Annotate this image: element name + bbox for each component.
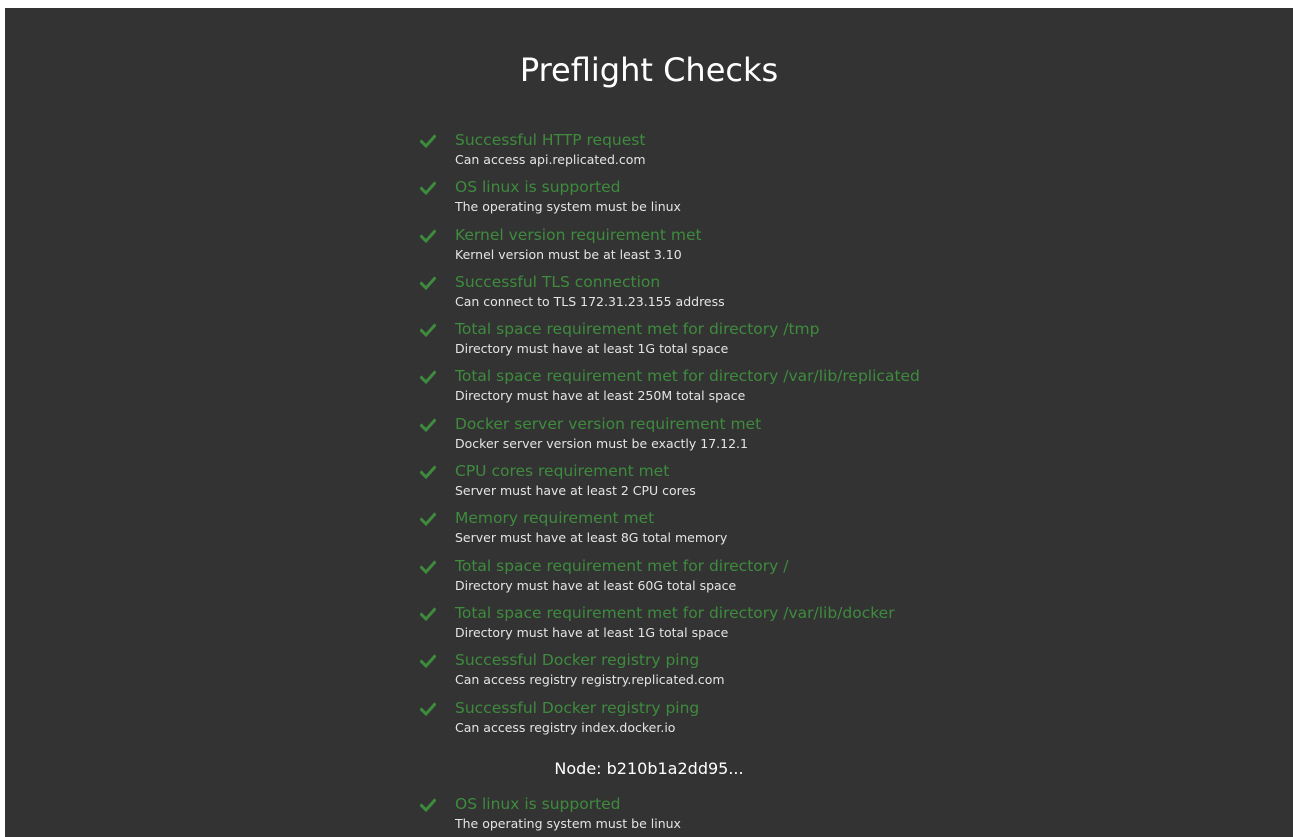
- check-description: Directory must have at least 1G total sp…: [455, 624, 729, 640]
- check-icon: [420, 181, 436, 196]
- check-title: Successful Docker registry ping: [455, 651, 700, 670]
- check-icon: [420, 276, 436, 291]
- check-icon: [420, 607, 436, 622]
- check-icon: [420, 228, 436, 243]
- check-item: Kernel version requirement met Kernel ve…: [415, 224, 1115, 271]
- check-title: Memory requirement met: [455, 509, 655, 528]
- check-description: Can access api.replicated.com: [455, 152, 646, 167]
- check-title: Docker server version requirement met: [455, 414, 762, 433]
- check-icon: [420, 370, 436, 385]
- check-item: Total space requirement met for director…: [415, 555, 1115, 602]
- check-title: OS linux is supported: [455, 795, 621, 813]
- check-title: CPU cores requirement met: [455, 462, 670, 481]
- check-description: Kernel version must be at least 3.10: [455, 246, 682, 262]
- check-description: Directory must have at least 1G total sp…: [455, 341, 729, 357]
- check-title: Total space requirement met for director…: [455, 603, 895, 622]
- check-description: The operating system must be linux: [455, 199, 681, 215]
- check-item: Total space requirement met for director…: [415, 318, 1115, 365]
- check-description: Directory must have at least 250M total …: [455, 388, 746, 404]
- check-item: OS linux is supported The operating syst…: [415, 176, 1115, 223]
- check-item: OS linux is supported The operating syst…: [415, 793, 1115, 837]
- check-description: The operating system must be linux: [455, 816, 681, 831]
- check-title: Successful HTTP request: [455, 131, 646, 149]
- check-title: Kernel version requirement met: [455, 225, 702, 244]
- check-item: Successful HTTP request Can access api.r…: [415, 129, 1115, 176]
- check-title: Successful TLS connection: [455, 272, 661, 291]
- check-title: Total space requirement met for director…: [455, 556, 789, 575]
- node-heading: Node: b210b1a2dd95...: [554, 759, 744, 778]
- check-item: Total space requirement met for director…: [415, 602, 1115, 649]
- check-item: CPU cores requirement met Server must ha…: [415, 460, 1115, 507]
- check-title: Successful Docker registry ping: [455, 698, 700, 717]
- check-item: Successful TLS connection Can connect to…: [415, 271, 1115, 318]
- preflight-panel: Preflight Checks Successful HTTP request…: [5, 8, 1293, 837]
- check-description: Can connect to TLS 172.31.23.155 address: [455, 293, 725, 309]
- check-icon: [420, 134, 436, 149]
- page-title: Preflight Checks: [519, 51, 779, 89]
- check-icon: [420, 323, 436, 338]
- check-item: Successful Docker registry ping Can acce…: [415, 697, 1115, 744]
- check-title: Total space requirement met for director…: [455, 367, 920, 386]
- check-title: OS linux is supported: [455, 178, 621, 197]
- check-item: Total space requirement met for director…: [415, 365, 1115, 412]
- check-description: Docker server version must be exactly 17…: [455, 435, 748, 451]
- check-list: Successful HTTP request Can access api.r…: [415, 129, 1115, 744]
- check-icon: [420, 701, 436, 716]
- check-title: Total space requirement met for director…: [455, 320, 820, 339]
- check-icon: [420, 465, 436, 480]
- check-item: Successful Docker registry ping Can acce…: [415, 649, 1115, 696]
- check-description: Server must have at least 2 CPU cores: [455, 483, 696, 499]
- check-icon: [420, 798, 436, 813]
- check-icon: [420, 418, 436, 432]
- node-check-list: OS linux is supported The operating syst…: [415, 793, 1115, 837]
- check-description: Can access registry registry.replicated.…: [455, 672, 725, 688]
- check-description: Can access registry index.docker.io: [455, 719, 676, 735]
- check-icon: [420, 512, 436, 527]
- check-item: Docker server version requirement met Do…: [415, 413, 1115, 460]
- check-item: Memory requirement met Server must have …: [415, 507, 1115, 554]
- check-description: Server must have at least 8G total memor…: [455, 530, 728, 546]
- check-icon: [420, 560, 436, 574]
- check-description: Directory must have at least 60G total s…: [455, 577, 737, 593]
- check-icon: [420, 654, 436, 669]
